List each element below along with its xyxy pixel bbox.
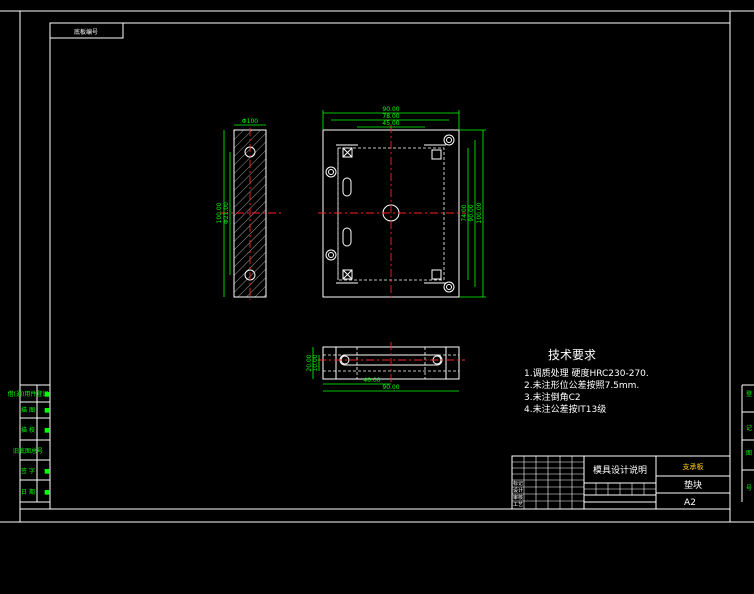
- dim-height-2: 90.00: [468, 204, 475, 221]
- school-name: 模具设计说明: [593, 464, 647, 476]
- dim-length-1: 40.00: [363, 377, 380, 384]
- right-margin-label: 图: [746, 450, 752, 457]
- top-view: 90.00 78.00 45.00 74.00 90.00 100.00: [318, 106, 486, 300]
- svg-text:■: ■: [44, 468, 50, 475]
- dim-inner-width: 78.00: [382, 113, 399, 120]
- dim-overall-width: 90.00: [382, 106, 399, 113]
- title-row-label: 设计: [513, 487, 523, 494]
- side-dim-1: 100.00: [216, 202, 223, 223]
- left-margin-label: 签 字: [21, 467, 35, 475]
- dim-height-3: 100.00: [476, 202, 483, 223]
- left-margin-label: 日 期: [21, 488, 35, 496]
- side-view: Φ100 100.00 Φ21.00: [216, 118, 282, 300]
- cad-drawing: 底板编号 借(通)用件登记 描 图 描 校 旧底图总号 签 字 日 期 ■ ■ …: [0, 10, 754, 523]
- requirement-item: 1.调质处理 硬度HRC230-270.: [524, 367, 649, 379]
- svg-text:■: ■: [44, 407, 50, 414]
- title-block: 模具设计说明 支承板 垫块 A2 标记 设计 审核 工艺: [511, 455, 731, 510]
- dim-length-2: 90.00: [382, 384, 399, 391]
- right-margin-label: 登: [746, 390, 752, 398]
- dim-thick-2: 10.00: [312, 354, 319, 371]
- svg-text:■: ■: [44, 427, 50, 434]
- bottom-view: 20.00 10.00 40.00 90.00: [306, 342, 465, 392]
- right-margin-table: 登 记 图 号: [741, 384, 754, 502]
- dim-height-1: 74.00: [461, 204, 468, 221]
- requirements-title: 技术要求: [548, 348, 596, 362]
- left-margin-table: 借(通)用件登记 描 图 描 校 旧底图总号 签 字 日 期 ■ ■ ■ ■ ■: [8, 384, 51, 503]
- drawing-frame: [0, 10, 754, 523]
- title-row-label: 标记: [513, 480, 523, 487]
- left-margin-label: 借(通)用件登记: [8, 390, 49, 398]
- requirement-item: 3.未注倒角C2: [524, 391, 581, 403]
- dim-slot-width: 45.00: [382, 120, 399, 127]
- stamp-label: 底板编号: [74, 28, 98, 36]
- part-name: 垫块: [684, 479, 702, 491]
- left-margin-label: 旧底图总号: [13, 447, 43, 455]
- requirement-item: 4.未注公差按IT13级: [524, 403, 606, 415]
- title-row-label: 审核: [513, 494, 523, 501]
- side-top-dim: Φ100: [242, 118, 258, 125]
- material: A2: [684, 498, 696, 508]
- right-margin-label: 记: [746, 425, 752, 432]
- left-margin-label: 描 校: [21, 426, 35, 434]
- drawing-number: 支承板: [683, 462, 704, 471]
- right-margin-label: 号: [746, 485, 752, 492]
- left-margin-label: 描 图: [21, 406, 35, 414]
- svg-text:■: ■: [44, 391, 50, 398]
- technical-requirements: 技术要求 1.调质处理 硬度HRC230-270. 2.未注形位公差按照7.5m…: [524, 348, 649, 415]
- stamp-box: 底板编号: [49, 22, 124, 39]
- svg-text:■: ■: [44, 489, 50, 496]
- requirement-item: 2.未注形位公差按照7.5mm.: [524, 379, 639, 391]
- side-dim-2: Φ21.00: [223, 202, 230, 224]
- title-row-label: 工艺: [513, 502, 523, 508]
